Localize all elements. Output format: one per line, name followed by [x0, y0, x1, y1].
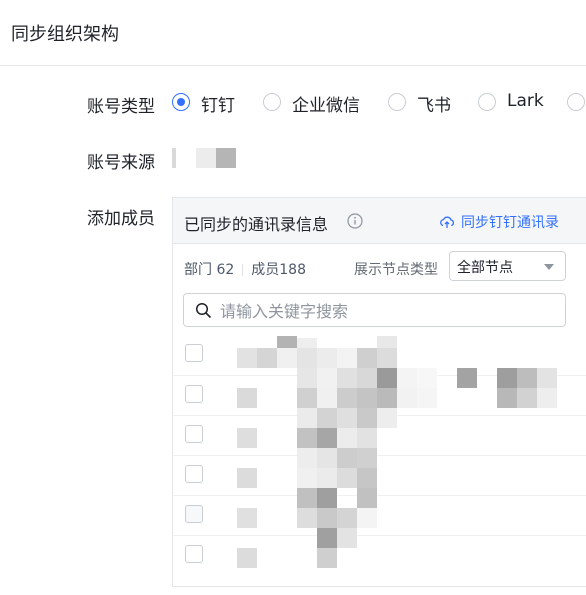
member-picker-panel: 已同步的通讯录信息 同步钉钉通讯录 部门 62 成员188 展示节点类型 全部节点: [172, 197, 586, 587]
node-type-select-value: 全部节点: [457, 260, 513, 276]
search-icon: [195, 302, 212, 319]
row-checkbox[interactable]: [185, 465, 203, 483]
radio-feishu[interactable]: [388, 93, 406, 111]
stats-summary: 部门 62 成员188: [184, 259, 306, 279]
department-count: 部门 62: [184, 262, 235, 278]
row-checkbox[interactable]: [185, 344, 203, 362]
radio-lark[interactable]: [478, 93, 496, 111]
list-item[interactable]: [173, 455, 586, 495]
page-title: 同步组织架构: [11, 24, 119, 45]
row-checkbox[interactable]: [185, 545, 203, 563]
add-members-label: 添加成员: [87, 209, 155, 229]
member-search-box[interactable]: [183, 293, 566, 327]
radio-feishu-label[interactable]: 飞书: [417, 91, 451, 116]
account-source-label: 账号来源: [87, 153, 155, 173]
sync-link-label: 同步钉钉通讯录: [461, 215, 559, 231]
node-type-select[interactable]: 全部节点: [449, 251, 566, 281]
radio-dingtalk-label[interactable]: 钉钉: [201, 91, 235, 116]
list-item[interactable]: [173, 535, 586, 575]
radio-dingtalk[interactable]: [172, 93, 190, 111]
panel-title: 已同步的通讯录信息: [184, 215, 329, 234]
triangle-down-icon: [544, 264, 554, 270]
radio-wecom-label[interactable]: 企业微信: [292, 91, 360, 116]
row-checkbox[interactable]: [185, 425, 203, 443]
member-count: 成员188: [251, 262, 306, 278]
row-checkbox[interactable]: [185, 385, 203, 403]
list-item[interactable]: [173, 335, 586, 375]
node-type-label: 展示节点类型: [354, 262, 438, 278]
cloud-sync-icon: [440, 216, 455, 228]
info-icon[interactable]: [347, 213, 363, 229]
radio-more[interactable]: [567, 93, 585, 111]
account-type-label: 账号类型: [87, 97, 155, 117]
list-item[interactable]: [173, 415, 586, 455]
list-item[interactable]: [173, 375, 586, 415]
radio-lark-label[interactable]: Lark: [507, 91, 544, 111]
member-list: [173, 335, 586, 595]
stats-divider: [242, 264, 244, 276]
search-input[interactable]: [218, 297, 552, 325]
row-checkbox-disabled[interactable]: [185, 505, 203, 523]
radio-wecom[interactable]: [263, 93, 281, 111]
panel-header: 已同步的通讯录信息 同步钉钉通讯录: [173, 198, 586, 244]
list-item[interactable]: [173, 495, 586, 535]
page-header: 同步组织架构: [0, 0, 586, 66]
